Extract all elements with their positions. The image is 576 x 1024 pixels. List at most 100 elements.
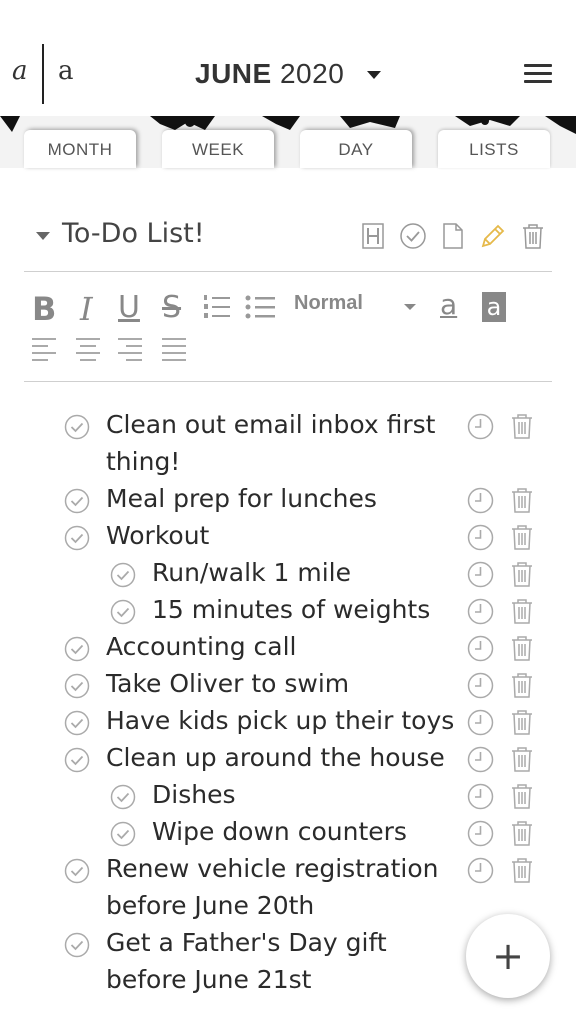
bold-button[interactable]: B [32,290,56,328]
check-circle-icon[interactable] [398,221,428,251]
list-item[interactable]: Renew vehicle registration before June 20… [0,852,576,926]
hamburger-menu-icon[interactable] [524,64,554,86]
list-item[interactable]: Wipe down counters [0,815,576,852]
align-justify-icon[interactable] [160,336,188,370]
list-item[interactable]: Meal prep for lunches [0,482,576,519]
item-text[interactable]: Accounting call [106,628,297,665]
trash-icon[interactable] [511,820,533,847]
trash-icon[interactable] [511,561,533,588]
item-text[interactable]: Renew vehicle registration before June 20… [106,850,438,924]
collapse-caret-icon[interactable] [36,232,50,240]
trash-icon[interactable] [511,672,533,699]
check-circle-icon[interactable] [64,673,90,699]
trash-icon[interactable] [511,413,533,440]
clock-icon[interactable] [467,820,494,847]
check-circle-icon[interactable] [110,821,136,847]
clock-icon[interactable] [467,672,494,699]
app-logo[interactable]: a a [12,44,82,104]
chevron-down-icon[interactable] [404,304,416,310]
trash-icon[interactable] [511,857,533,884]
add-item-button[interactable]: + [466,914,550,998]
trash-icon[interactable] [511,524,533,551]
list-item[interactable]: Run/walk 1 mile [0,556,576,593]
tab-lists[interactable]: LISTS [438,130,550,168]
item-text[interactable]: Get a Father's Day gift before June 21st [106,924,387,998]
item-text-line: Dishes [152,780,236,809]
trash-icon[interactable] [511,598,533,625]
check-circle-icon[interactable] [64,525,90,551]
background-color-button[interactable]: a [482,292,506,322]
item-text-line: Run/walk 1 mile [152,558,351,587]
list-item[interactable]: Accounting call [0,630,576,667]
trash-icon[interactable] [511,487,533,514]
align-center-icon[interactable] [74,336,102,370]
underline-button[interactable]: U [118,290,140,325]
clock-icon[interactable] [467,487,494,514]
clock-icon[interactable] [467,598,494,625]
clock-icon[interactable] [467,783,494,810]
clock-icon[interactable] [467,413,494,440]
bullet-list-icon[interactable] [244,292,276,326]
trash-icon[interactable] [511,783,533,810]
item-text-line: Take Oliver to swim [106,669,350,698]
item-text-line: Wipe down counters [152,817,407,846]
ordered-list-icon[interactable] [202,292,232,326]
list-header: To-Do List! [24,210,552,272]
item-text[interactable]: Clean up around the house [106,739,445,776]
item-text-line: before June 20th [106,891,315,920]
tab-week[interactable]: WEEK [162,130,274,168]
italic-button[interactable]: I [80,290,93,328]
align-left-icon[interactable] [30,336,58,370]
trash-icon[interactable] [511,746,533,773]
list-item[interactable]: Dishes [0,778,576,815]
check-circle-icon[interactable] [64,414,90,440]
item-text[interactable]: 15 minutes of weights [152,591,430,628]
clock-icon[interactable] [467,635,494,662]
item-text[interactable]: Clean out email inbox first thing! [106,406,435,480]
trash-icon[interactable] [518,221,548,251]
check-circle-icon[interactable] [64,488,90,514]
check-circle-icon[interactable] [64,747,90,773]
align-right-icon[interactable] [116,336,144,370]
clock-icon[interactable] [467,746,494,773]
clock-icon[interactable] [467,857,494,884]
check-circle-icon[interactable] [64,932,90,958]
trash-icon[interactable] [511,709,533,736]
item-text[interactable]: Run/walk 1 mile [152,554,351,591]
list-title: To-Do List! [62,218,205,249]
month-selector[interactable]: JUNE 2020 [195,58,344,90]
heading-icon[interactable] [358,221,388,251]
list-item[interactable]: Clean up around the house [0,741,576,778]
item-text-line: Meal prep for lunches [106,484,377,513]
list-item[interactable]: Workout [0,519,576,556]
item-text[interactable]: Have kids pick up their toys [106,702,454,739]
item-text[interactable]: Wipe down counters [152,813,407,850]
trash-icon[interactable] [511,635,533,662]
list-item[interactable]: Have kids pick up their toys [0,704,576,741]
tab-day[interactable]: DAY [300,130,412,168]
item-text[interactable]: Dishes [152,776,235,813]
clock-icon[interactable] [467,524,494,551]
item-text-line: Clean out email inbox first [106,410,436,439]
document-icon[interactable] [438,221,468,251]
list-item[interactable]: Take Oliver to swim [0,667,576,704]
check-circle-icon[interactable] [110,562,136,588]
pencil-icon[interactable] [478,221,508,251]
item-text[interactable]: Take Oliver to swim [106,665,349,702]
list-item[interactable]: Clean out email inbox first thing! [0,408,576,482]
check-circle-icon[interactable] [64,858,90,884]
text-color-button[interactable]: a [440,288,457,321]
tab-month[interactable]: MONTH [24,130,136,168]
list-item[interactable]: 15 minutes of weights [0,593,576,630]
item-text[interactable]: Meal prep for lunches [106,480,377,517]
chevron-down-icon[interactable] [367,71,381,79]
clock-icon[interactable] [467,709,494,736]
check-circle-icon[interactable] [64,710,90,736]
check-circle-icon[interactable] [64,636,90,662]
clock-icon[interactable] [467,561,494,588]
check-circle-icon[interactable] [110,784,136,810]
item-text[interactable]: Workout [106,517,209,554]
check-circle-icon[interactable] [110,599,136,625]
text-style-select[interactable]: Normal [294,292,363,315]
strikethrough-button[interactable]: S [162,290,181,325]
